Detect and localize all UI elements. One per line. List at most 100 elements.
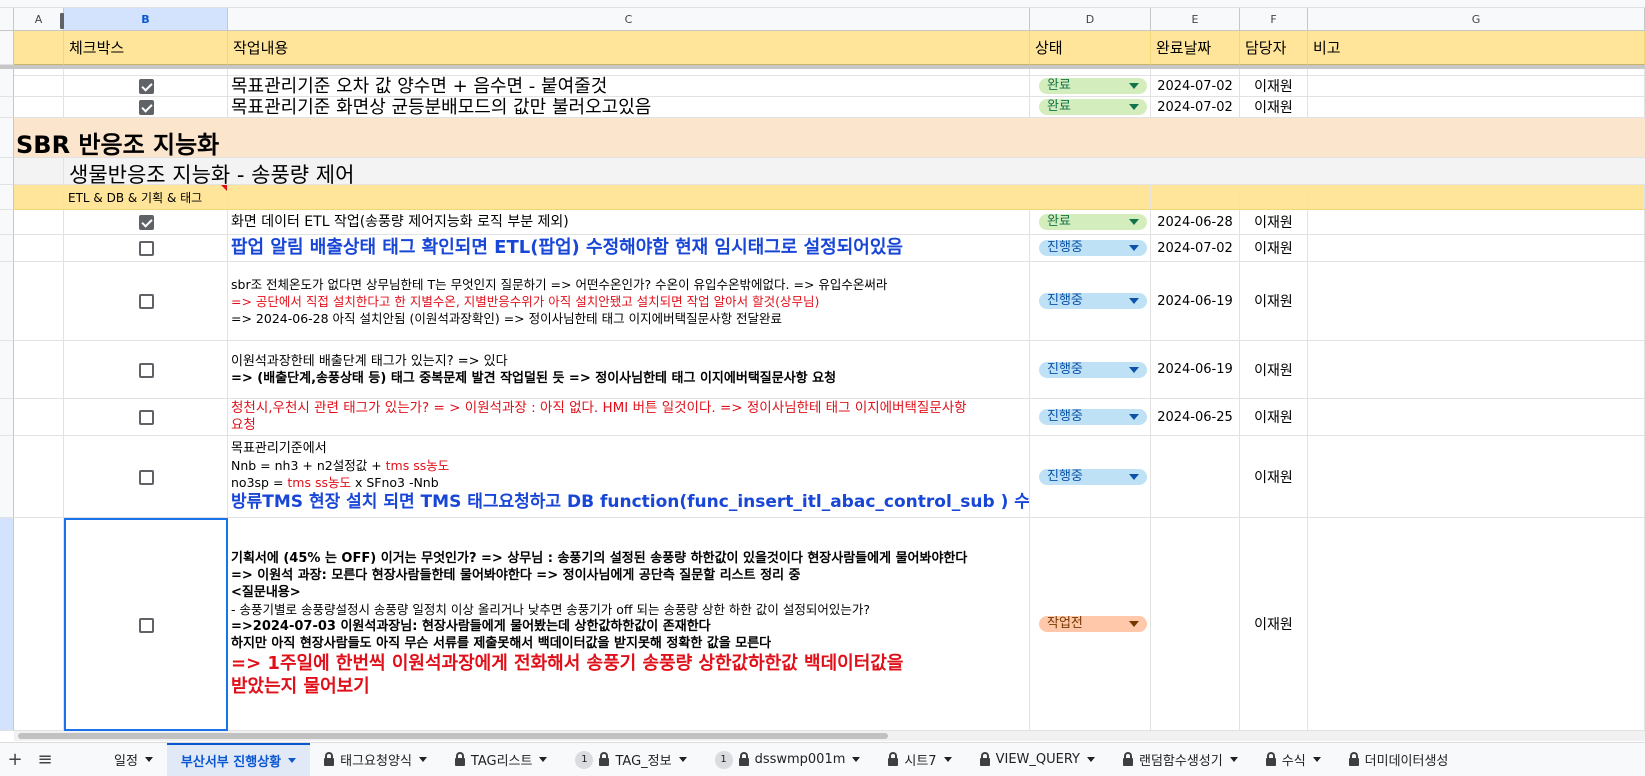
- cell[interactable]: [1151, 69, 1240, 76]
- header-done-date[interactable]: 완료날짜: [1151, 31, 1240, 65]
- checkbox-cell[interactable]: [64, 262, 228, 341]
- owner-cell[interactable]: 이재원: [1240, 97, 1308, 118]
- status-chip[interactable]: 완료: [1039, 214, 1147, 230]
- row-header[interactable]: [0, 97, 14, 118]
- task-cell[interactable]: 목표관리기준 오차 값 양수면 + 음수면 - 붙여줄것: [228, 76, 1030, 97]
- cell[interactable]: [1240, 69, 1308, 76]
- status-cell[interactable]: 완료: [1030, 97, 1151, 118]
- owner-cell[interactable]: 이재원: [1240, 210, 1308, 235]
- chevron-down-icon[interactable]: [1087, 757, 1095, 762]
- tab-busan-west-progress[interactable]: 부산서부 진행상황: [166, 742, 311, 776]
- note-cell[interactable]: [1308, 97, 1645, 118]
- chevron-down-icon[interactable]: [1229, 757, 1238, 762]
- status-chip[interactable]: 진행중: [1039, 409, 1147, 425]
- chevron-down-icon[interactable]: [943, 757, 952, 762]
- cell[interactable]: [14, 518, 64, 731]
- task-cell[interactable]: 이원석과장한테 배출단계 태그가 있는지? => 있다 => (배출단계,송풍상…: [228, 341, 1030, 399]
- cell[interactable]: [14, 436, 64, 518]
- cell[interactable]: [14, 97, 64, 118]
- status-cell[interactable]: 작업전: [1030, 518, 1151, 731]
- date-cell[interactable]: 2024-06-28: [1151, 210, 1240, 235]
- cell[interactable]: [14, 399, 64, 436]
- all-sheets-menu-button[interactable]: ≡: [30, 743, 60, 776]
- row-header[interactable]: [0, 158, 14, 185]
- cell[interactable]: [228, 185, 1030, 210]
- owner-cell[interactable]: 이재원: [1240, 399, 1308, 436]
- cell[interactable]: [1308, 185, 1645, 210]
- note-cell[interactable]: [1308, 399, 1645, 436]
- tab-sheet7[interactable]: 시트7: [874, 743, 965, 776]
- owner-cell[interactable]: 이재원: [1240, 436, 1308, 518]
- checkbox-checked[interactable]: [138, 100, 154, 115]
- chevron-down-icon[interactable]: [144, 757, 153, 762]
- checkbox-cell[interactable]: [64, 97, 228, 118]
- tab-tag-list[interactable]: TAG리스트: [441, 743, 562, 776]
- owner-cell[interactable]: 이재원: [1240, 262, 1308, 341]
- header-task[interactable]: 작업내용: [228, 31, 1030, 65]
- category-cell[interactable]: ETL & DB & 기획 & 태그: [64, 185, 228, 210]
- header-note[interactable]: 비고: [1308, 31, 1645, 65]
- owner-cell[interactable]: 이재원: [1240, 341, 1308, 399]
- status-chip[interactable]: 진행중: [1039, 240, 1147, 256]
- date-cell[interactable]: 2024-06-25: [1151, 399, 1240, 436]
- owner-cell[interactable]: 이재원: [1240, 518, 1308, 731]
- comment-indicator-icon[interactable]: [221, 185, 227, 191]
- chevron-down-icon[interactable]: [678, 757, 687, 762]
- tab-tag-request-form[interactable]: 태그요청양식: [310, 743, 441, 776]
- status-chip[interactable]: 완료: [1039, 78, 1147, 94]
- row-header[interactable]: [0, 118, 14, 158]
- status-chip[interactable]: 진행중: [1039, 361, 1147, 378]
- cell[interactable]: [14, 210, 64, 235]
- date-cell[interactable]: 2024-07-02: [1151, 76, 1240, 97]
- cell[interactable]: [228, 69, 1030, 76]
- note-cell[interactable]: [1308, 341, 1645, 399]
- checkbox-cell[interactable]: [64, 341, 228, 399]
- checkbox-unchecked[interactable]: [139, 617, 154, 633]
- status-chip[interactable]: 진행중: [1039, 293, 1147, 309]
- select-all-corner[interactable]: [0, 8, 14, 31]
- date-cell[interactable]: 2024-06-19: [1151, 341, 1240, 399]
- task-cell[interactable]: 화면 데이터 ETL 작업(송풍량 제어지능화 로직 부분 제외): [228, 210, 1030, 235]
- chevron-down-icon[interactable]: [418, 757, 427, 762]
- row-header-selected[interactable]: [0, 518, 14, 731]
- chevron-down-icon[interactable]: [288, 758, 297, 763]
- column-header-b[interactable]: B: [64, 8, 228, 31]
- status-chip[interactable]: 완료: [1039, 99, 1147, 115]
- date-cell[interactable]: 2024-07-02: [1151, 97, 1240, 118]
- tab-view-query[interactable]: VIEW_QUERY: [966, 743, 1109, 776]
- date-cell[interactable]: 2024-06-19: [1151, 262, 1240, 341]
- add-sheet-button[interactable]: +: [0, 743, 30, 776]
- checkbox-cell[interactable]: [64, 436, 228, 518]
- note-cell[interactable]: [1308, 235, 1645, 262]
- status-cell[interactable]: 완료: [1030, 76, 1151, 97]
- checkbox-cell[interactable]: [64, 235, 228, 262]
- row-header[interactable]: [0, 210, 14, 235]
- note-cell[interactable]: [1308, 262, 1645, 341]
- status-cell[interactable]: 진행중: [1030, 341, 1151, 399]
- header-cell-a[interactable]: [14, 31, 64, 65]
- task-cell[interactable]: 청천시,우천시 관련 태그가 있는가? = > 이원석과장 : 아직 없다. H…: [228, 399, 1030, 436]
- status-chip[interactable]: 진행중: [1039, 468, 1147, 485]
- task-cell[interactable]: 목표관리기준에서 Nnb = nh3 + n2설정값 + tms ss농도 no…: [228, 436, 1030, 518]
- checkbox-unchecked[interactable]: [138, 469, 154, 485]
- row-header[interactable]: [0, 341, 14, 399]
- cell[interactable]: [14, 235, 64, 262]
- row-header[interactable]: [0, 31, 14, 65]
- note-cell[interactable]: [1308, 76, 1645, 97]
- cell[interactable]: [1151, 185, 1240, 210]
- checkbox-checked[interactable]: [138, 79, 154, 94]
- task-cell[interactable]: 목표관리기준 화면상 균등분배모드의 값만 불러오고있음: [228, 97, 1030, 118]
- tab-tag-info[interactable]: 1 TAG_정보: [561, 743, 700, 776]
- checkbox-cell[interactable]: [64, 399, 228, 436]
- task-cell[interactable]: 기획서에 (45% 는 OFF) 이거는 무엇인가? => 상무님 : 송풍기의…: [228, 518, 1030, 731]
- row-header[interactable]: [0, 235, 14, 262]
- task-cell[interactable]: 팝업 알림 배출상태 태그 확인되면 ETL(팝업) 수정해야함 현재 임시태그…: [228, 235, 1030, 262]
- row-header[interactable]: [0, 262, 14, 341]
- chevron-down-icon[interactable]: [539, 757, 548, 762]
- cell[interactable]: [1240, 185, 1308, 210]
- header-status[interactable]: 상태: [1030, 31, 1151, 65]
- cell[interactable]: [14, 341, 64, 399]
- cell[interactable]: [1308, 69, 1645, 76]
- owner-cell[interactable]: 이재원: [1240, 235, 1308, 262]
- cell[interactable]: [14, 185, 64, 210]
